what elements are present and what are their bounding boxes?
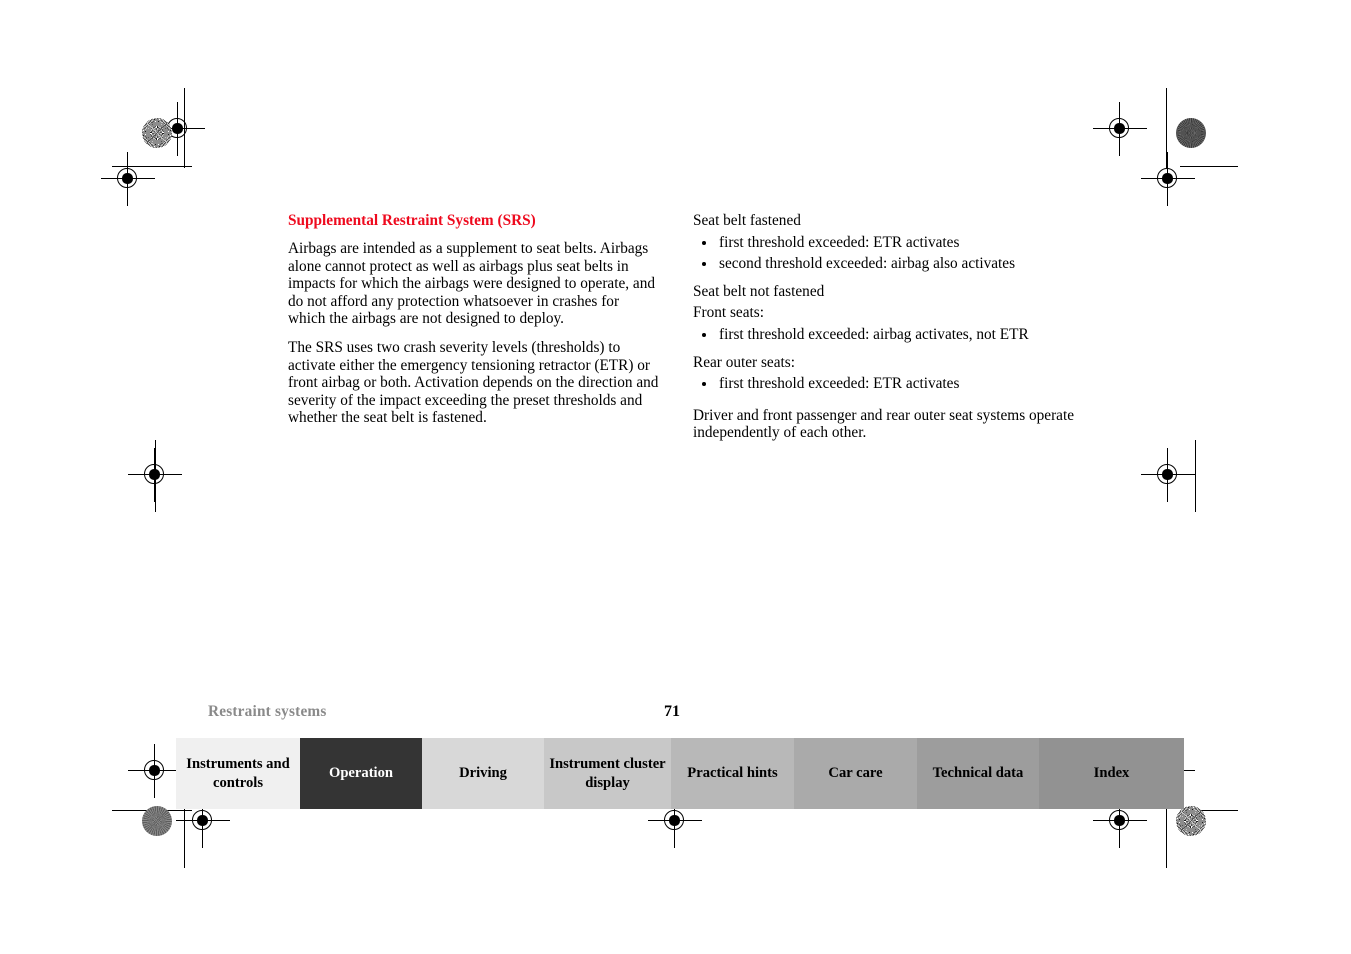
- chapter-tab-label: Technical data: [932, 765, 1024, 781]
- chapter-tab-label: Operation: [328, 765, 394, 781]
- chapter-tab-label: Practical hints: [687, 765, 778, 781]
- rear-outer-seats-label: Rear outer seats:: [693, 353, 795, 371]
- bullet-icon: [702, 332, 706, 337]
- chapter-title: Restraint systems: [208, 703, 327, 720]
- chapter-tab-technical-data[interactable]: Technical data: [917, 738, 1039, 809]
- chapter-tab-label: Instrument cluster display: [549, 755, 666, 791]
- chapter-tab-operation[interactable]: Operation: [300, 738, 422, 809]
- chapter-tab-practical-hints[interactable]: Practical hints: [671, 738, 794, 809]
- chapter-tab-index[interactable]: Index: [1039, 738, 1184, 809]
- list-item: second threshold exceeded: airbag also a…: [693, 255, 1075, 273]
- closing-paragraph: Driver and front passenger and rear oute…: [693, 406, 1074, 442]
- rear-outer-seats-list: first threshold exceeded: ETR activates: [693, 375, 1075, 393]
- section-heading: Supplemental Restraint System (SRS): [288, 212, 536, 229]
- list-item-label: first threshold exceeded: ETR activates: [719, 375, 960, 393]
- seat-belt-fastened-list: first threshold exceeded: ETR activates …: [693, 234, 1075, 273]
- chapter-tab-instruments-and-controls[interactable]: Instruments and controls: [176, 738, 300, 809]
- chapter-tab-label: Driving: [459, 765, 507, 781]
- list-item: first threshold exceeded: airbag activat…: [693, 326, 1075, 344]
- list-item: first threshold exceeded: ETR activates: [693, 234, 1075, 252]
- page-number: 71: [664, 703, 680, 720]
- bullet-icon: [702, 382, 706, 387]
- seat-belt-not-fastened-label: Seat belt not fastened: [693, 282, 825, 300]
- list-item-label: second threshold exceeded: airbag also a…: [719, 255, 1016, 273]
- list-item-label: first threshold exceeded: airbag activat…: [719, 325, 1029, 343]
- front-seats-list: first threshold exceeded: airbag activat…: [693, 326, 1075, 344]
- list-item: first threshold exceeded: ETR activates: [693, 375, 1075, 393]
- body-paragraph: The SRS uses two crash severity levels (…: [288, 338, 659, 427]
- chapter-tab-bar: Instruments and controls Operation Driving…: [176, 738, 1184, 809]
- page-footer: Restraint systems 71: [208, 703, 1038, 725]
- body-paragraph: Airbags are intended as a supplement to …: [288, 240, 655, 328]
- page-content: Supplemental Restraint System (SRS) Airb…: [0, 0, 1351, 954]
- chapter-tab-label: Instruments and controls: [186, 755, 290, 791]
- right-column: Seat belt fastened first threshold excee…: [693, 212, 1075, 453]
- seat-belt-fastened-label: Seat belt fastened: [693, 212, 801, 229]
- left-column: Supplemental Restraint System (SRS) Airb…: [288, 212, 660, 427]
- chapter-tab-car-care[interactable]: Car care: [794, 738, 917, 809]
- chapter-tab-label: Index: [1093, 765, 1130, 781]
- list-item-label: first threshold exceeded: ETR activates: [719, 233, 960, 251]
- bullet-icon: [702, 262, 706, 267]
- front-seats-label: Front seats:: [693, 304, 764, 322]
- chapter-tab-instrument-cluster-display[interactable]: Instrument cluster display: [544, 738, 671, 809]
- bullet-icon: [702, 240, 706, 245]
- chapter-tab-driving[interactable]: Driving: [422, 738, 544, 809]
- chapter-tab-label: Car care: [828, 765, 883, 781]
